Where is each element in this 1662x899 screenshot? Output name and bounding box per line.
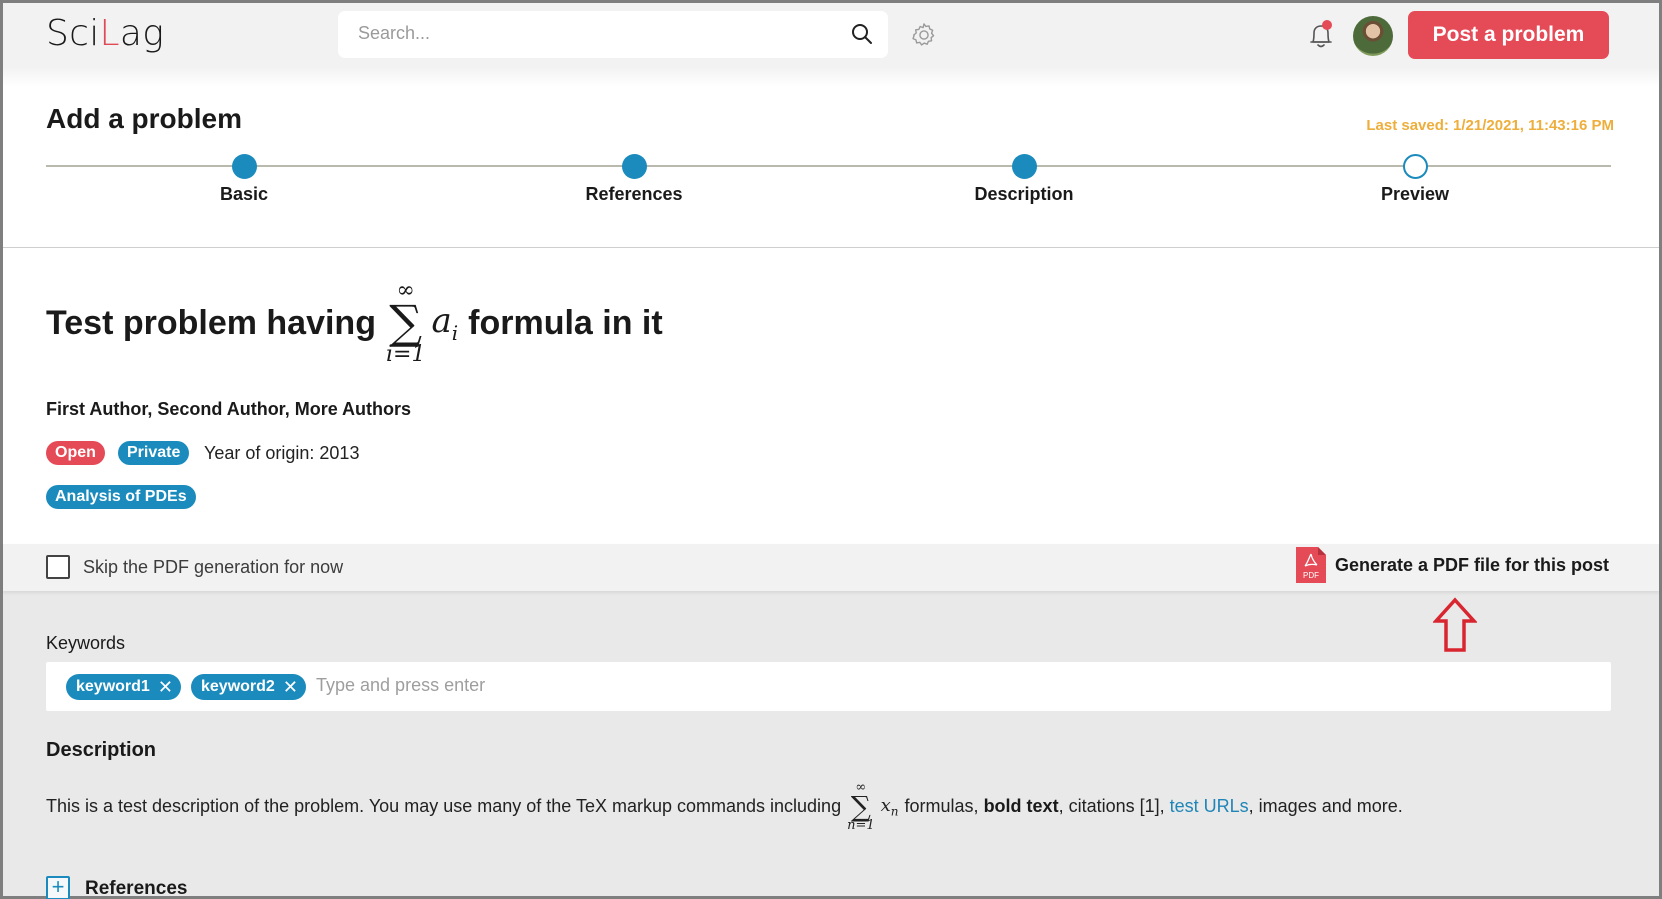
author-link[interactable]: First Author, bbox=[46, 399, 152, 419]
keyword-chip: keyword1 ✕ bbox=[66, 674, 181, 700]
step-basic[interactable]: Basic bbox=[144, 154, 344, 205]
pdf-file-icon[interactable]: PDF bbox=[1296, 547, 1326, 583]
annotation-arrow-up-icon bbox=[1433, 597, 1477, 652]
remove-keyword-icon[interactable]: ✕ bbox=[283, 678, 298, 696]
sum-term: ai bbox=[431, 301, 459, 345]
subject-tag[interactable]: Analysis of PDEs bbox=[46, 485, 196, 509]
sum-symbol: ∑ bbox=[389, 295, 423, 350]
generate-pdf-button[interactable]: Generate a PDF file for this post bbox=[1335, 555, 1609, 576]
logo-text-accent: L bbox=[99, 13, 120, 54]
step-label: References bbox=[585, 184, 683, 204]
keyword-chip-label: keyword2 bbox=[201, 678, 275, 695]
status-badge-open: Open bbox=[46, 441, 105, 465]
problem-title: Test problem having ∞ ∑ i=1 ai formula i… bbox=[46, 273, 663, 373]
last-saved-status: Last saved: 1/21/2021, 11:43:16 PM bbox=[1366, 117, 1614, 134]
section-divider bbox=[3, 247, 1659, 248]
sum-lower-limit: n=1 bbox=[847, 818, 875, 834]
gear-icon[interactable] bbox=[910, 21, 938, 49]
step-dot-completed bbox=[231, 154, 257, 179]
visibility-badge-private: Private bbox=[118, 441, 190, 465]
step-label: Preview bbox=[1380, 184, 1450, 204]
step-label: Basic bbox=[219, 184, 269, 204]
step-dot-completed bbox=[621, 154, 647, 179]
description-text: This is a test description of the proble… bbox=[46, 781, 1403, 832]
sum-symbol: ∑ bbox=[850, 790, 871, 823]
description-bold-text: bold text bbox=[983, 796, 1059, 817]
top-navbar: SciLag Post a problem bbox=[3, 3, 1659, 67]
year-of-origin: Year of origin: 2013 bbox=[204, 443, 360, 463]
remove-keyword-icon[interactable]: ✕ bbox=[158, 678, 173, 696]
step-dot-completed bbox=[1011, 154, 1037, 179]
title-text-before: Test problem having bbox=[46, 303, 376, 342]
summation: ∞ ∑ i=1 bbox=[386, 280, 425, 365]
skip-pdf-label[interactable]: Skip the PDF generation for now bbox=[83, 557, 343, 578]
keyword-input[interactable] bbox=[316, 675, 616, 696]
bell-icon[interactable] bbox=[1306, 19, 1336, 51]
step-dot-current bbox=[1402, 154, 1428, 179]
description-text-mid: formulas, bbox=[904, 796, 979, 817]
step-label: Description bbox=[974, 184, 1074, 204]
sum-term: xn bbox=[880, 794, 899, 819]
keyword-chip-label: keyword1 bbox=[76, 678, 150, 695]
keyword-chip: keyword2 ✕ bbox=[191, 674, 306, 700]
summation: ∞ ∑ n=1 bbox=[847, 781, 875, 832]
description-text-after: , images and more. bbox=[1248, 796, 1403, 817]
pdf-generation-bar: Skip the PDF generation for now PDF Gene… bbox=[3, 544, 1659, 591]
step-preview[interactable]: Preview bbox=[1315, 154, 1515, 205]
logo-text-prefix: Sci bbox=[46, 13, 100, 54]
description-heading: Description bbox=[46, 739, 157, 761]
notification-dot bbox=[1322, 20, 1332, 30]
svg-text:PDF: PDF bbox=[1303, 571, 1319, 580]
keywords-field[interactable]: keyword1 ✕ keyword2 ✕ bbox=[46, 662, 1611, 711]
skip-pdf-checkbox[interactable] bbox=[46, 555, 70, 579]
references-heading[interactable]: References bbox=[85, 878, 187, 899]
title-formula: ∞ ∑ i=1 ai bbox=[386, 280, 458, 365]
search-box bbox=[338, 11, 888, 58]
step-description[interactable]: Description bbox=[924, 154, 1124, 205]
sum-lower-limit: i=1 bbox=[385, 341, 426, 367]
page-title: Add a problem bbox=[46, 103, 243, 134]
description-text-before: This is a test description of the proble… bbox=[46, 796, 842, 817]
description-citation-text: , citations [1], bbox=[1058, 796, 1165, 817]
post-problem-button[interactable]: Post a problem bbox=[1408, 11, 1609, 59]
author-list: First Author, Second Author, More Author… bbox=[46, 399, 411, 420]
description-formula: ∞ ∑ n=1 xn bbox=[847, 781, 898, 832]
title-text-after: formula in it bbox=[468, 303, 663, 342]
keywords-label: Keywords bbox=[46, 633, 126, 653]
description-link[interactable]: test URLs bbox=[1170, 796, 1249, 817]
step-references[interactable]: References bbox=[534, 154, 734, 205]
search-icon[interactable] bbox=[850, 22, 874, 46]
author-link[interactable]: Second Author, bbox=[157, 399, 289, 419]
user-avatar[interactable] bbox=[1353, 16, 1393, 56]
references-expand-button[interactable]: + bbox=[46, 876, 70, 899]
search-input[interactable] bbox=[358, 23, 828, 44]
author-link[interactable]: More Authors bbox=[295, 399, 411, 419]
scilag-logo[interactable]: SciLag bbox=[46, 13, 164, 54]
logo-text-suffix: ag bbox=[119, 13, 165, 54]
